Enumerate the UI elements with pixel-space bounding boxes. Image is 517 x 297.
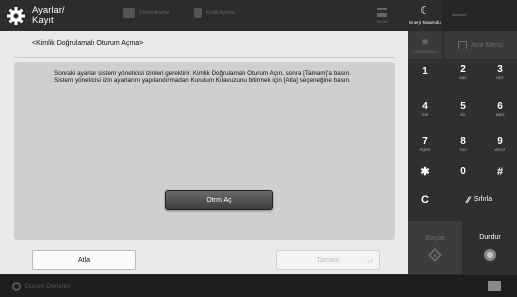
tool-2-icon <box>194 8 202 18</box>
screen-heading: <Kimlik Doğrulamalı Oturum Açma> <box>32 40 144 47</box>
key-5[interactable]: 5 JKL <box>446 96 480 123</box>
key-letters: PQRS <box>419 148 431 152</box>
tool-2-button[interactable]: Kesfli Ayarlar <box>194 8 235 18</box>
tool-1-icon <box>123 8 135 18</box>
main-panel: <Kimlik Doğrulamalı Oturum Açma> Sonraki… <box>0 31 408 274</box>
keypad-settings-label: Ayarlar/Kayıt <box>412 48 438 54</box>
settings-gear-icon[interactable] <box>0 0 32 31</box>
key-8[interactable]: 8 TUV <box>446 131 480 158</box>
home-icon <box>458 41 468 49</box>
key-digit: 7 <box>422 136 428 147</box>
status-bar: Durum Denetim <box>0 274 517 297</box>
key-hash[interactable]: # <box>483 158 517 185</box>
key-digit: 8 <box>460 136 466 147</box>
key-symbol: ✱ <box>420 166 430 178</box>
key-letters: WXYZ <box>494 148 506 152</box>
heading-divider <box>14 57 395 58</box>
keypad-panel: ✺ Ayarlar/Kayıt Ana Menü 1 2 ABC 3 DEF 4… <box>408 31 517 274</box>
key-letters: JKL <box>459 113 467 117</box>
home-label: Ana Menü <box>471 41 503 49</box>
key-1[interactable]: 1 <box>408 59 442 86</box>
start-button[interactable]: Başlat <box>408 221 462 274</box>
key-symbol: # <box>496 165 504 178</box>
key-2[interactable]: 2 ABC <box>446 59 480 86</box>
key-digit: 6 <box>497 101 503 112</box>
menu-icon <box>377 8 387 17</box>
moon-icon: ☾ <box>420 5 430 17</box>
message-text: Sonraki ayarlar sistem yöneticisi izinle… <box>54 70 384 85</box>
key-letters: DEF <box>496 76 504 80</box>
stop-button[interactable]: Durdur <box>463 221 517 274</box>
key-3[interactable]: 3 DEF <box>483 59 517 86</box>
tool-1-label: Düzeli Ayarlar <box>139 10 170 16</box>
stop-icon <box>484 249 496 261</box>
key-letters: TUV <box>459 148 467 152</box>
status-monitor-icon[interactable] <box>12 281 21 291</box>
menu-label: Menü <box>376 19 388 24</box>
home-button[interactable]: Ana Menü <box>444 31 517 59</box>
key-letters: GHI <box>421 113 429 117</box>
skip-button[interactable]: Atla <box>32 250 136 270</box>
keypad-settings-button[interactable]: ✺ Ayarlar/Kayıt <box>408 31 442 59</box>
top-right-divider <box>452 14 466 16</box>
settings-small-icon: ✺ <box>421 36 429 47</box>
message-box: Sonraki ayarlar sistem yöneticisi izinle… <box>14 62 395 240</box>
key-digit: 1 <box>422 66 428 77</box>
device-status-icon <box>488 281 501 291</box>
key-4[interactable]: 4 GHI <box>408 96 442 123</box>
top-bar: Ayarlar/ Kayıt Düzeli Ayarlar Kesfli Aya… <box>0 0 408 31</box>
key-6[interactable]: 6 MNO <box>483 96 517 123</box>
message-line-1: Sonraki ayarlar sistem yöneticisi izinle… <box>54 70 351 77</box>
status-monitor-label[interactable]: Durum Denetim <box>25 283 71 290</box>
energy-saver-button[interactable]: ☾ Enerji Tasarrufu <box>408 0 442 31</box>
title-line-1: Ayarlar/ <box>32 4 65 16</box>
key-digit: 5 <box>460 101 466 112</box>
title-line-2: Kayıt <box>32 14 54 26</box>
key-0[interactable]: 0 <box>446 158 480 185</box>
key-digit: 0 <box>460 165 466 177</box>
login-button[interactable]: Otrm Aç <box>165 190 273 210</box>
key-letters: ABC <box>459 76 467 80</box>
clear-key[interactable]: C <box>408 186 442 213</box>
key-letters: MNO <box>495 113 505 117</box>
key-digit: 3 <box>497 64 503 75</box>
energy-saver-label: Enerji Tasarrufu <box>409 20 441 25</box>
stop-label: Durdur <box>479 234 501 241</box>
ok-button[interactable]: Tamam ⏎ <box>276 250 380 270</box>
key-7[interactable]: 7 PQRS <box>408 131 442 158</box>
key-star[interactable]: ✱ <box>408 158 442 185</box>
clear-key-label: C <box>421 193 429 206</box>
reset-label: Sıfırla <box>473 196 493 203</box>
reset-icon: ⁄⁄ <box>466 194 470 205</box>
menu-button[interactable]: Menü <box>372 4 392 28</box>
ok-button-label: Tamam <box>316 256 340 264</box>
page-title: Ayarlar/ Kayıt <box>32 4 65 26</box>
key-digit: 4 <box>422 101 428 112</box>
enter-icon: ⏎ <box>367 259 373 266</box>
message-line-2: Sistem yöneticisi izin ayarlarını yapıla… <box>54 77 351 85</box>
tool-2-label: Kesfli Ayarlar <box>206 10 236 16</box>
start-label: Başlat <box>425 235 445 242</box>
key-9[interactable]: 9 WXYZ <box>483 131 517 158</box>
device-screen: Ayarlar/ Kayıt Düzeli Ayarlar Kesfli Aya… <box>0 0 517 297</box>
reset-button[interactable]: ⁄⁄ Sıfırla <box>442 186 517 213</box>
key-digit: 9 <box>497 136 503 147</box>
tool-1-button[interactable]: Düzeli Ayarlar <box>123 8 170 18</box>
start-icon <box>427 247 443 263</box>
key-digit: 2 <box>460 64 466 75</box>
